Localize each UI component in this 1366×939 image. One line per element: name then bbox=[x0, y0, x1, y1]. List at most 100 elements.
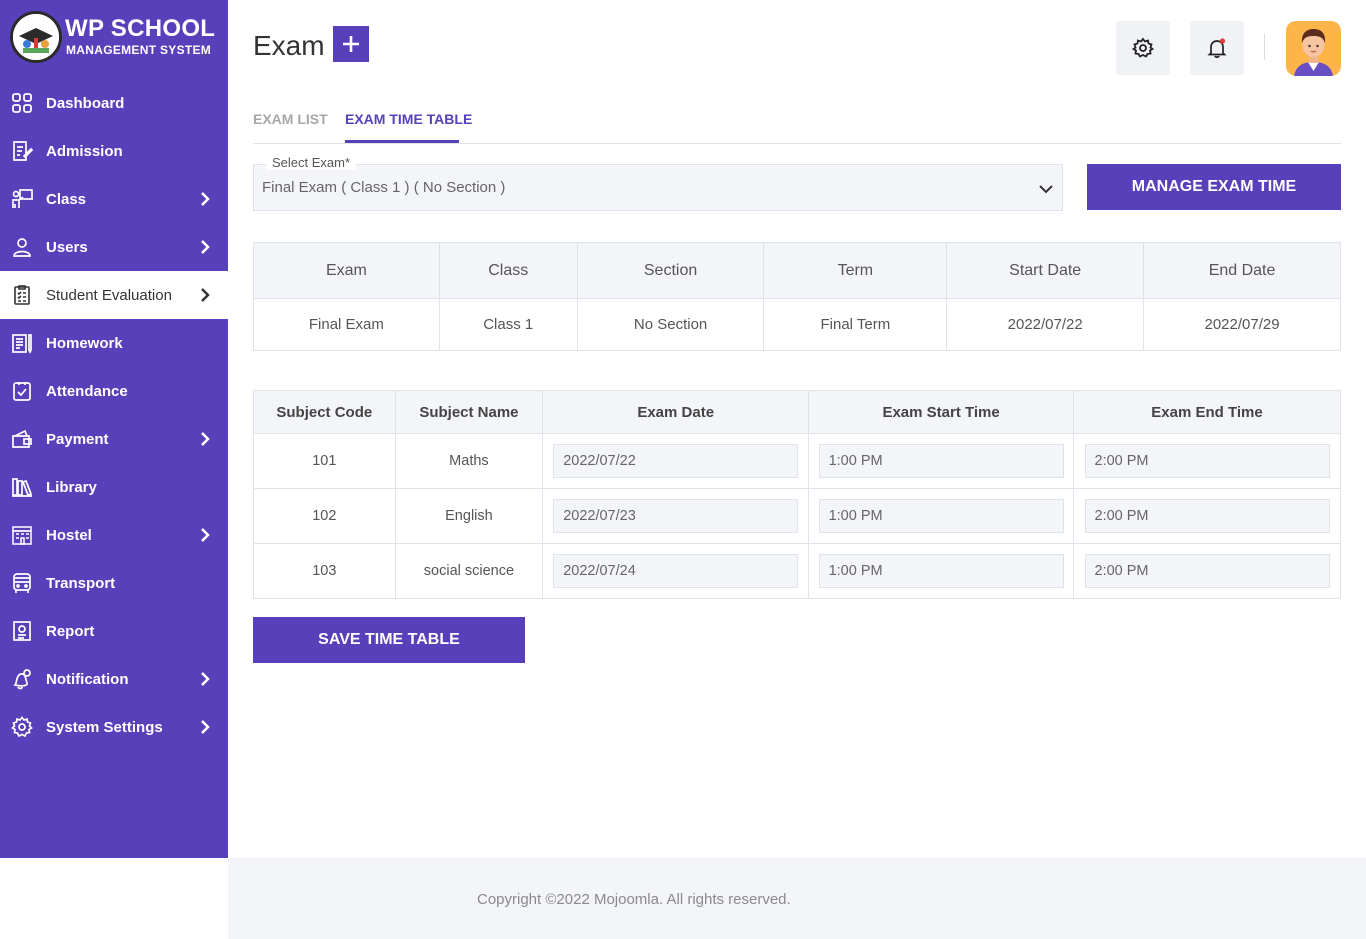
column-header: Section bbox=[576, 242, 765, 299]
table-header-row: Subject Code Subject Name Exam Date Exam… bbox=[253, 390, 1341, 434]
avatar[interactable] bbox=[1286, 21, 1341, 76]
footer: Copyright ©2022 Mojoomla. All rights res… bbox=[228, 858, 1366, 939]
exam-start-time-cell: 1:00 PM bbox=[808, 433, 1075, 489]
subject-code-cell: 101 bbox=[253, 433, 396, 489]
sidebar-item-attendance[interactable]: Attendance bbox=[0, 367, 228, 415]
exam-date-input[interactable]: 2022/07/24 bbox=[553, 554, 799, 588]
payment-icon bbox=[12, 429, 32, 448]
sidebar-item-label: Library bbox=[46, 478, 97, 496]
chevron-right-icon bbox=[201, 192, 210, 206]
sidebar-item-label: Notification bbox=[46, 670, 129, 688]
table-row: 103 social science 2022/07/24 1:00 PM 2:… bbox=[253, 543, 1341, 599]
sidebar-item-label: Class bbox=[46, 190, 87, 208]
sidebar-item-student-evaluation[interactable]: Student Evaluation bbox=[0, 271, 228, 319]
chevron-right-icon bbox=[201, 288, 210, 302]
hostel-icon bbox=[12, 526, 32, 545]
exam-name-cell: Final Exam bbox=[253, 298, 440, 351]
exam-end-time-input[interactable]: 2:00 PM bbox=[1084, 444, 1330, 478]
exam-date-cell: 2022/07/24 bbox=[542, 543, 810, 599]
sidebar-item-hostel[interactable]: Hostel bbox=[0, 511, 228, 559]
sidebar-item-dashboard[interactable]: Dashboard bbox=[0, 79, 228, 127]
sidebar: WP SCHOOL MANAGEMENT SYSTEM Dashboard Ad… bbox=[0, 0, 228, 858]
sidebar-item-label: Admission bbox=[46, 142, 123, 160]
settings-icon bbox=[11, 716, 33, 738]
exam-end-time-input[interactable]: 2:00 PM bbox=[1084, 554, 1330, 588]
sidebar-item-label: System Settings bbox=[46, 718, 163, 736]
exam-date-cell: 2022/07/22 bbox=[542, 433, 810, 489]
exam-date-cell: 2022/07/23 bbox=[542, 488, 810, 544]
sidebar-item-label: Dashboard bbox=[46, 94, 125, 112]
column-header: Exam End Time bbox=[1073, 390, 1341, 434]
plus-icon bbox=[343, 36, 359, 52]
exam-start-time-cell: 1:00 PM bbox=[808, 488, 1075, 544]
column-header: Exam Start Time bbox=[808, 390, 1075, 434]
start-date-cell: 2022/07/22 bbox=[946, 298, 1145, 351]
sidebar-item-class[interactable]: Class bbox=[0, 175, 228, 223]
sidebar-item-users[interactable]: Users bbox=[0, 223, 228, 271]
exam-start-time-input[interactable]: 1:00 PM bbox=[818, 554, 1064, 588]
school-logo-icon bbox=[10, 11, 62, 63]
column-header: Subject Name bbox=[394, 390, 544, 434]
chevron-down-icon bbox=[1039, 185, 1053, 194]
chevron-right-icon bbox=[201, 720, 210, 734]
exam-end-time-cell: 2:00 PM bbox=[1073, 543, 1341, 599]
column-header: Start Date bbox=[946, 242, 1145, 299]
sidebar-item-label: Hostel bbox=[46, 526, 92, 544]
attendance-icon bbox=[13, 382, 31, 401]
exam-start-time-input[interactable]: 1:00 PM bbox=[818, 499, 1064, 533]
exam-start-time-input[interactable]: 1:00 PM bbox=[818, 444, 1064, 478]
notifications-button[interactable] bbox=[1190, 21, 1244, 75]
column-header: Exam bbox=[253, 242, 440, 299]
manage-exam-time-button[interactable]: MANAGE EXAM TIME bbox=[1087, 164, 1341, 210]
dashboard-icon bbox=[12, 93, 32, 113]
subject-code-cell: 102 bbox=[253, 488, 396, 544]
table-row: 102 English 2022/07/23 1:00 PM 2:00 PM bbox=[253, 488, 1341, 544]
table-header-row: Exam Class Section Term Start Date End D… bbox=[253, 242, 1341, 299]
notification-icon bbox=[13, 669, 31, 690]
homework-icon bbox=[12, 334, 32, 354]
exam-end-time-input[interactable]: 2:00 PM bbox=[1084, 499, 1330, 533]
sidebar-item-label: Users bbox=[46, 238, 88, 256]
bell-icon bbox=[1207, 38, 1227, 58]
sidebar-item-library[interactable]: Library bbox=[0, 463, 228, 511]
column-header: Subject Code bbox=[253, 390, 396, 434]
column-header: Term bbox=[763, 242, 948, 299]
tab-bar: EXAM LIST EXAM TIME TABLE bbox=[253, 108, 1341, 144]
class-icon bbox=[12, 189, 33, 208]
column-header: End Date bbox=[1143, 242, 1341, 299]
sidebar-item-admission[interactable]: Admission bbox=[0, 127, 228, 175]
exam-date-input[interactable]: 2022/07/22 bbox=[553, 444, 799, 478]
select-exam-value: Final Exam ( Class 1 ) ( No Section ) bbox=[262, 179, 506, 196]
sidebar-item-system-settings[interactable]: System Settings bbox=[0, 703, 228, 751]
exam-info-table: Exam Class Section Term Start Date End D… bbox=[253, 242, 1341, 351]
exam-date-input[interactable]: 2022/07/23 bbox=[553, 499, 799, 533]
sidebar-item-notification[interactable]: Notification bbox=[0, 655, 228, 703]
subject-name-cell: English bbox=[394, 488, 544, 544]
copyright-text: Copyright ©2022 Mojoomla. All rights res… bbox=[477, 891, 791, 908]
exam-time-table: Subject Code Subject Name Exam Date Exam… bbox=[253, 390, 1341, 599]
column-header: Exam Date bbox=[542, 390, 810, 434]
subject-code-cell: 103 bbox=[253, 543, 396, 599]
tab-exam-list[interactable]: EXAM LIST bbox=[253, 111, 328, 127]
tab-exam-time-table[interactable]: EXAM TIME TABLE bbox=[345, 111, 472, 127]
save-time-table-button[interactable]: SAVE TIME TABLE bbox=[253, 617, 525, 663]
library-icon bbox=[12, 478, 33, 497]
sidebar-item-transport[interactable]: Transport bbox=[0, 559, 228, 607]
class-cell: Class 1 bbox=[438, 298, 578, 351]
settings-button[interactable] bbox=[1116, 21, 1170, 75]
chevron-right-icon bbox=[201, 672, 210, 686]
sidebar-item-label: Student Evaluation bbox=[46, 286, 172, 304]
term-cell: Final Term bbox=[763, 298, 948, 351]
sidebar-item-report[interactable]: Report bbox=[0, 607, 228, 655]
select-exam-dropdown[interactable]: Final Exam ( Class 1 ) ( No Section ) bbox=[253, 164, 1063, 211]
add-exam-button[interactable] bbox=[333, 26, 369, 62]
chevron-right-icon bbox=[201, 240, 210, 254]
sidebar-item-homework[interactable]: Homework bbox=[0, 319, 228, 367]
column-header: Class bbox=[438, 242, 578, 299]
gear-icon bbox=[1132, 37, 1154, 58]
subject-name-cell: Maths bbox=[394, 433, 544, 489]
active-tab-indicator bbox=[345, 140, 459, 143]
sidebar-item-payment[interactable]: Payment bbox=[0, 415, 228, 463]
brand[interactable]: WP SCHOOL MANAGEMENT SYSTEM bbox=[10, 11, 225, 63]
brand-title: WP SCHOOL bbox=[65, 15, 216, 42]
